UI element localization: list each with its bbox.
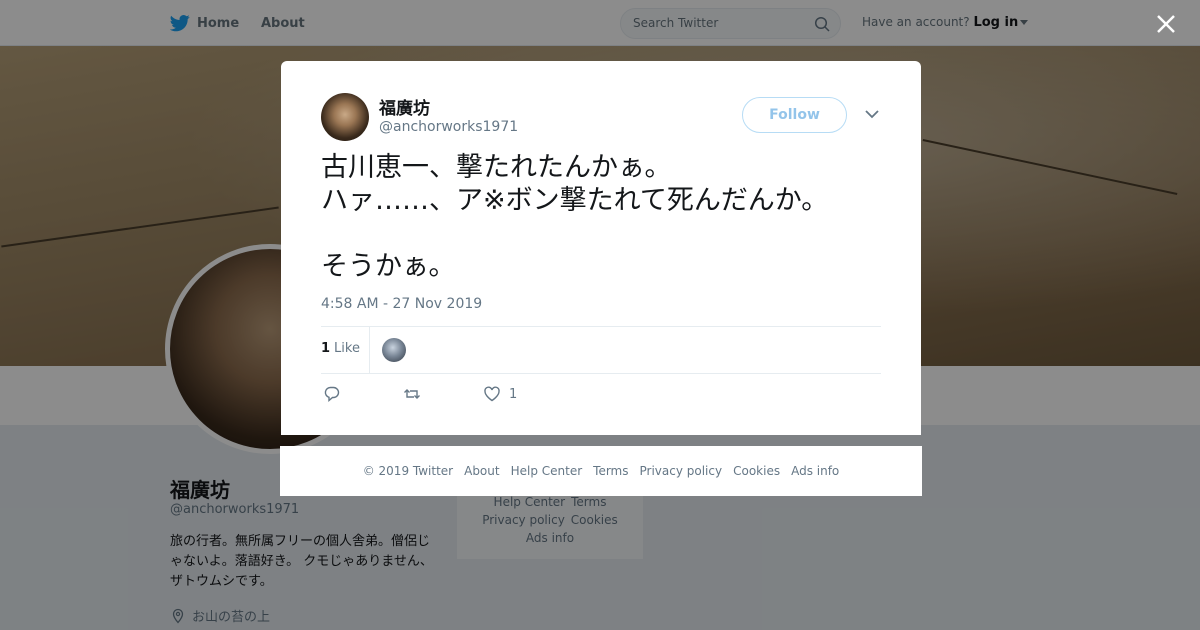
footer-link-about[interactable]: About [464,464,499,478]
retweet-button[interactable] [403,385,421,403]
tweet-text: 古川恵一、撃たれたんかぁ。 ハァ……、ア※ボン撃たれて死んだんか。 そうかぁ。 [321,152,829,282]
heart-icon [484,386,500,402]
likes-label: Like [334,341,360,356]
like-action-count: 1 [509,386,518,402]
modal-footer: © 2019 Twitter About Help Center Terms P… [280,446,922,496]
tweet-timestamp[interactable]: 4:58 AM - 27 Nov 2019 [321,296,482,312]
tweet-modal: 福廣坊 @anchorworks1971 Follow 古川恵一、撃たれたんかぁ… [281,61,921,435]
reply-icon [324,386,340,403]
tweet-author-name[interactable]: 福廣坊 [379,94,430,119]
footer-link-cookies[interactable]: Cookies [733,464,780,478]
footer-link-privacy[interactable]: Privacy policy [640,464,723,478]
tweet-actions: 1 [321,385,621,407]
footer-link-help-center[interactable]: Help Center [511,464,583,478]
liker-avatar[interactable] [382,338,406,362]
close-icon[interactable] [1156,14,1176,34]
chevron-down-icon[interactable] [865,109,879,119]
likes-stat[interactable]: 1 Like [321,341,360,356]
tweet-author-handle[interactable]: @anchorworks1971 [379,119,518,135]
retweet-icon [404,389,420,399]
tweet-stats: 1 Like [321,326,881,374]
tweet-author-avatar[interactable] [321,93,369,141]
footer-link-terms[interactable]: Terms [593,464,628,478]
like-button[interactable]: 1 [483,385,517,403]
footer-copyright: © 2019 Twitter [362,464,454,478]
reply-button[interactable] [323,385,341,403]
likes-count: 1 [321,341,331,356]
footer-link-ads-info[interactable]: Ads info [791,464,839,478]
stats-divider [369,327,370,373]
follow-button[interactable]: Follow [742,97,847,133]
